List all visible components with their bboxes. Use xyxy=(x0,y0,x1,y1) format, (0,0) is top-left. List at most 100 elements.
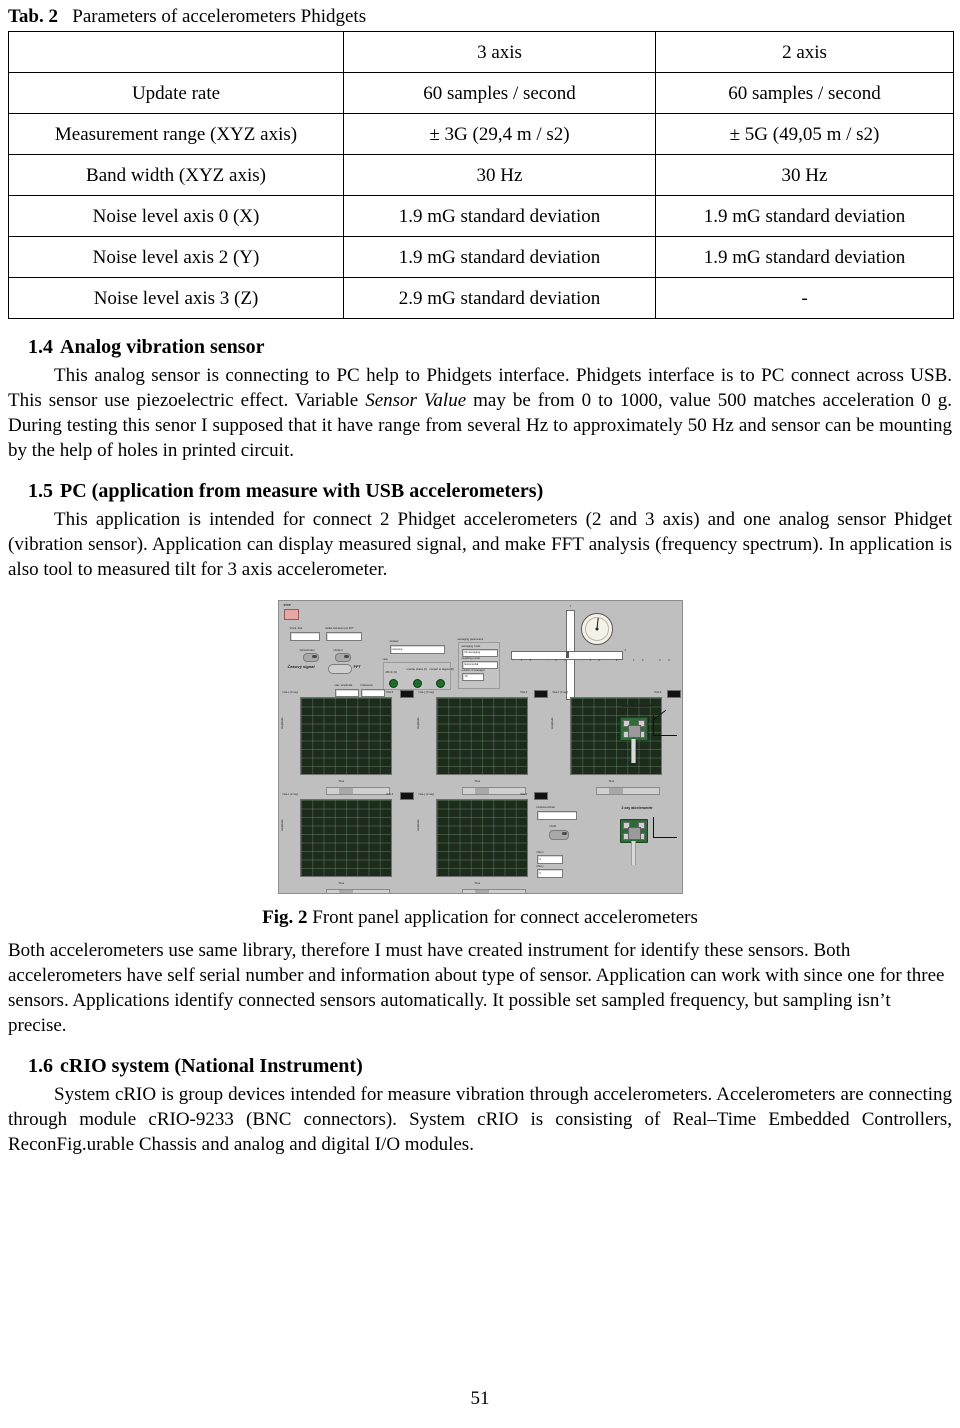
graph4-x-axis-label: Time xyxy=(338,882,345,885)
table-cell-2axis: 1.9 mG standard deviation xyxy=(655,236,954,278)
heading-section-1-6: 1.6 cRIO system (National Instrument) xyxy=(8,1054,952,1078)
signal-mode-toggle[interactable] xyxy=(327,664,352,674)
heading-section-1-4: 1.4 Analog vibration sensor xyxy=(8,335,952,359)
angle-y-value: 0 xyxy=(539,872,541,875)
averaging-mode-select[interactable]: No averaging xyxy=(461,649,498,657)
weighting-mode-label: weighting mode xyxy=(461,657,480,660)
db-on-led[interactable] xyxy=(388,679,398,688)
table-row: Measurement range (XYZ axis) ± 3G (29,4 … xyxy=(8,113,954,155)
weighting-mode-select[interactable]: Exponential xyxy=(461,661,498,669)
number-of-averages-value: 10 xyxy=(464,675,468,678)
sample-rate-label: Vzork. frek. xyxy=(289,627,303,630)
view-group: dB On (F) unwrap phase (F) convert to de… xyxy=(382,662,454,690)
labview-front-panel: STOP Vzork. frek. Délka záznamu pro FFT … xyxy=(277,600,683,894)
table-cell-label: Noise level axis 3 (Z) xyxy=(8,277,344,319)
graph2-scrollbar[interactable] xyxy=(461,787,526,795)
heading-title: cRIO system (National Instrument) xyxy=(60,1055,363,1077)
averaging-parameters-label: averaging parameters xyxy=(457,638,484,641)
window-value: Hanning xyxy=(392,648,403,651)
angle-y-label: úhel y xyxy=(536,865,544,868)
plot-legend-swatch-2[interactable] xyxy=(533,690,548,698)
table-header-row: 3 axis 2 axis xyxy=(8,31,954,73)
unwrap-phase-led[interactable] xyxy=(412,679,422,688)
table-header-2axis: 2 axis xyxy=(655,31,954,73)
table-cell-3axis: 60 samples / second xyxy=(343,72,656,114)
table-cell-3axis: 1.9 mG standard deviation xyxy=(343,195,656,237)
paragraph-1-6: System cRIO is group devices intended fo… xyxy=(8,1084,952,1155)
angle-x-field[interactable]: 0 xyxy=(536,855,563,864)
graph-title-osa-x-2: Osa x (2 osy) xyxy=(282,793,299,796)
stop-button[interactable] xyxy=(283,609,299,620)
record-length-input[interactable] xyxy=(325,632,362,641)
table-header-3axis: 3 axis xyxy=(343,31,656,73)
heading-title: PC (application from measure with USB ac… xyxy=(60,480,544,502)
table-cell-label: Noise level axis 0 (X) xyxy=(8,195,344,237)
plot-legend-swatch-3[interactable] xyxy=(666,690,681,698)
plot-legend-label-5: Plot 0 xyxy=(520,793,528,796)
number-of-averages-label: number of averages xyxy=(461,669,485,672)
record-length-label: Délka záznamu pro FFT xyxy=(325,627,354,630)
paragraph-1-4-italic: Sensor Value xyxy=(365,390,467,411)
table-cell-label: Noise level axis 2 (Y) xyxy=(8,236,344,278)
frequency-input[interactable] xyxy=(360,689,385,697)
graph-osa-y-3axis[interactable] xyxy=(435,697,528,775)
graph-osa-x-2axis[interactable] xyxy=(299,799,392,877)
graph-osa-y-2axis[interactable] xyxy=(435,799,528,877)
table-cell-label: Update rate xyxy=(8,72,344,114)
paragraph-1-4: This analog sensor is connecting to PC h… xyxy=(8,363,952,463)
table-cell-2axis: ± 5G (49,05 m / s2) xyxy=(655,113,954,155)
table-cell-label: Band width (XYZ axis) xyxy=(8,154,344,196)
sample-rate-input[interactable] xyxy=(289,632,320,641)
figure-2: STOP Vzork. frek. Délka záznamu pro FFT … xyxy=(8,600,952,894)
save-button-label: Uložit xyxy=(549,825,557,828)
graph-title-osa-x-3: Osa x (3 osy) xyxy=(282,691,299,694)
graph-title-osa-y-3: Osa y (3 osy) xyxy=(418,691,435,694)
graph1-scrollbar[interactable] xyxy=(325,787,390,795)
table-cell-3axis: 2.9 mG standard deviation xyxy=(343,277,656,319)
graph4-y-axis-label: Amplitude xyxy=(280,819,284,831)
graph-osa-z-3axis[interactable] xyxy=(569,697,662,775)
save-toggle-switch[interactable] xyxy=(334,653,351,662)
plot-legend-swatch-4[interactable] xyxy=(399,792,414,800)
tilt-slider-horizontal-knob[interactable] xyxy=(565,651,569,658)
graph4-scrollbar[interactable] xyxy=(325,889,390,893)
tilt-axis-x-label: X xyxy=(624,649,627,652)
window-select[interactable]: Hanning xyxy=(389,645,445,654)
averaging-parameters-group: averaging mode No averaging weighting mo… xyxy=(457,642,500,689)
weighting-mode-value: Exponential xyxy=(464,663,479,666)
max-amplitude-input[interactable] xyxy=(334,689,359,697)
table-cell-label: Measurement range (XYZ axis) xyxy=(8,113,344,155)
max-amplitude-label: max. amplitude xyxy=(334,684,353,687)
vibration-reading-field[interactable] xyxy=(536,811,577,820)
paragraph-1-5: This application is intended for connect… xyxy=(8,509,952,580)
number-of-averages-input[interactable]: 10 xyxy=(461,673,484,681)
plot-legend-swatch-5[interactable] xyxy=(533,792,548,800)
table-header-blank xyxy=(8,31,344,73)
graph1-x-axis-label: Time xyxy=(338,780,345,783)
sensor-3axis-cable xyxy=(630,739,636,763)
table-row: Noise level axis 0 (X) 1.9 mG standard d… xyxy=(8,195,954,237)
plot-legend-swatch-1[interactable] xyxy=(399,690,414,698)
tilt-axis-y-label: Y xyxy=(569,605,572,608)
angle-y-field[interactable]: 0 xyxy=(536,869,563,878)
convert-degree-led[interactable] xyxy=(435,679,445,688)
graph3-y-axis-label: Amplitude xyxy=(550,717,554,729)
plot-legend-label-3: Plot 0 xyxy=(654,691,662,694)
graph3-x-axis-label: Time xyxy=(608,780,615,783)
plot-toggle-switch[interactable] xyxy=(302,653,319,662)
graph3-scrollbar[interactable] xyxy=(595,787,660,795)
graph5-scrollbar[interactable] xyxy=(461,889,526,893)
table-cell-2axis: 30 Hz xyxy=(655,154,954,196)
convert-degree-label: convert to degree (F) xyxy=(429,668,455,671)
axis-line-x xyxy=(652,837,677,838)
graph1-y-axis-label: Amplitude xyxy=(280,717,284,729)
figure-caption: Fig. 2 Front panel application for conne… xyxy=(8,906,952,930)
table-row: Noise level axis 3 (Z) 2.9 mG standard d… xyxy=(8,277,954,319)
vibration-reading-label: Hodnota vibrací xyxy=(536,806,555,809)
graph-osa-x-3axis[interactable] xyxy=(299,697,392,775)
sensor-3axis-chip xyxy=(619,717,648,741)
paragraph-after-figure: Both accelerometers use same library, th… xyxy=(8,940,945,1036)
plot-legend-label-4: Plot 0 xyxy=(386,793,394,796)
save-button[interactable] xyxy=(548,830,569,840)
heading-number: 1.6 xyxy=(28,1055,53,1077)
